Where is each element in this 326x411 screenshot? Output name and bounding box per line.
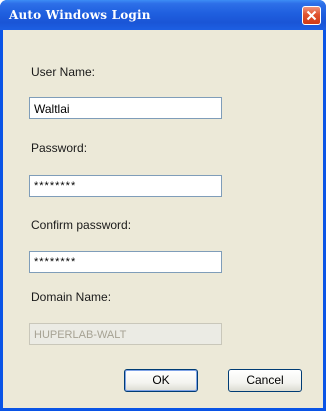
cancel-button[interactable]: Cancel <box>228 369 302 392</box>
user-name-label: User Name: <box>31 65 96 79</box>
close-icon <box>306 10 317 21</box>
domain-name-label: Domain Name: <box>31 290 112 304</box>
title-bar[interactable]: Auto Windows Login <box>0 0 326 30</box>
ok-button[interactable]: OK <box>124 369 198 392</box>
login-dialog: Auto Windows Login User Name: Waltlai Pa… <box>0 0 326 411</box>
window-title: Auto Windows Login <box>9 8 151 22</box>
confirm-password-input[interactable]: ******** <box>29 251 222 273</box>
dialog-body: User Name: Waltlai Password: ******** Co… <box>3 30 323 408</box>
password-input[interactable]: ******** <box>29 175 222 197</box>
user-name-input[interactable]: Waltlai <box>29 97 222 119</box>
password-label: Password: <box>31 141 88 155</box>
domain-name-input: HUPERLAB-WALT <box>29 323 222 345</box>
confirm-password-label: Confirm password: <box>31 218 132 232</box>
close-button[interactable] <box>302 6 321 25</box>
